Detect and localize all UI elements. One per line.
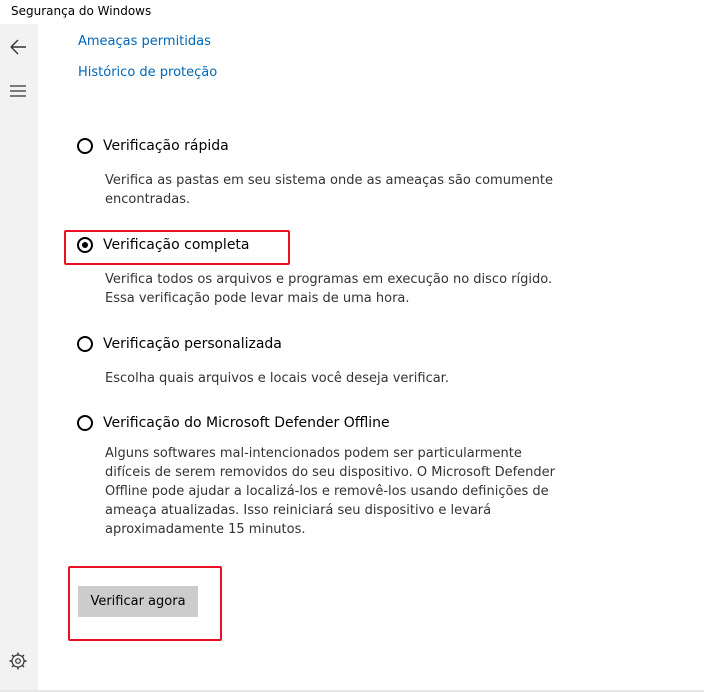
description-line: Verifica todos os arquivos e programas e… xyxy=(105,272,553,287)
custom-scan-label: Verificação personalizada xyxy=(103,336,282,352)
quick-scan-radio[interactable] xyxy=(77,138,93,154)
description-line: Offline pode ajudar a localizá-los e rem… xyxy=(105,484,549,499)
custom-scan-option[interactable]: Verificação personalizada xyxy=(77,332,282,356)
gear-icon[interactable] xyxy=(7,650,29,672)
quick-scan-option[interactable]: Verificação rápida xyxy=(77,134,229,158)
sidebar xyxy=(0,24,38,690)
full-scan-radio[interactable] xyxy=(77,237,93,253)
full-scan-label: Verificação completa xyxy=(103,237,250,253)
offline-scan-option[interactable]: Verificação do Microsoft Defender Offlin… xyxy=(77,411,390,435)
custom-scan-description: Escolha quais arquivos e locais você des… xyxy=(105,369,449,388)
description-line: aproximadamente 15 minutos. xyxy=(105,522,306,537)
protection-history-link[interactable]: Histórico de proteção xyxy=(78,65,217,80)
description-line: Verifica as pastas em seu sistema onde a… xyxy=(105,173,553,188)
custom-scan-radio[interactable] xyxy=(77,336,93,352)
window-title: Segurança do Windows xyxy=(11,4,152,18)
description-line: Essa verificação pode levar mais de uma … xyxy=(105,291,410,306)
scan-now-button[interactable]: Verificar agora xyxy=(78,586,198,617)
offline-scan-radio[interactable] xyxy=(77,415,93,431)
description-line: encontradas. xyxy=(105,192,191,207)
full-scan-option[interactable]: Verificação completa xyxy=(77,233,250,257)
hamburger-menu-icon[interactable] xyxy=(7,80,29,102)
description-line: Escolha quais arquivos e locais você des… xyxy=(105,371,449,386)
quick-scan-description: Verifica as pastas em seu sistema onde a… xyxy=(105,171,553,209)
quick-scan-label: Verificação rápida xyxy=(103,138,229,154)
main-content: Ameaças permitidas Histórico de proteção… xyxy=(38,24,704,690)
description-line: ameaça atualizadas. Isso reiniciará seu … xyxy=(105,503,492,518)
full-scan-description: Verifica todos os arquivos e programas e… xyxy=(105,270,552,308)
allowed-threats-link[interactable]: Ameaças permitidas xyxy=(78,34,211,49)
title-bar: Segurança do Windows xyxy=(0,0,704,24)
offline-scan-description: Alguns softwares mal-intencionados podem… xyxy=(105,444,555,539)
offline-scan-label: Verificação do Microsoft Defender Offlin… xyxy=(103,415,390,431)
description-line: Alguns softwares mal-intencionados podem… xyxy=(105,446,522,461)
back-arrow-icon[interactable] xyxy=(7,36,29,58)
description-line: difíceis de serem removidos do seu dispo… xyxy=(105,465,555,480)
